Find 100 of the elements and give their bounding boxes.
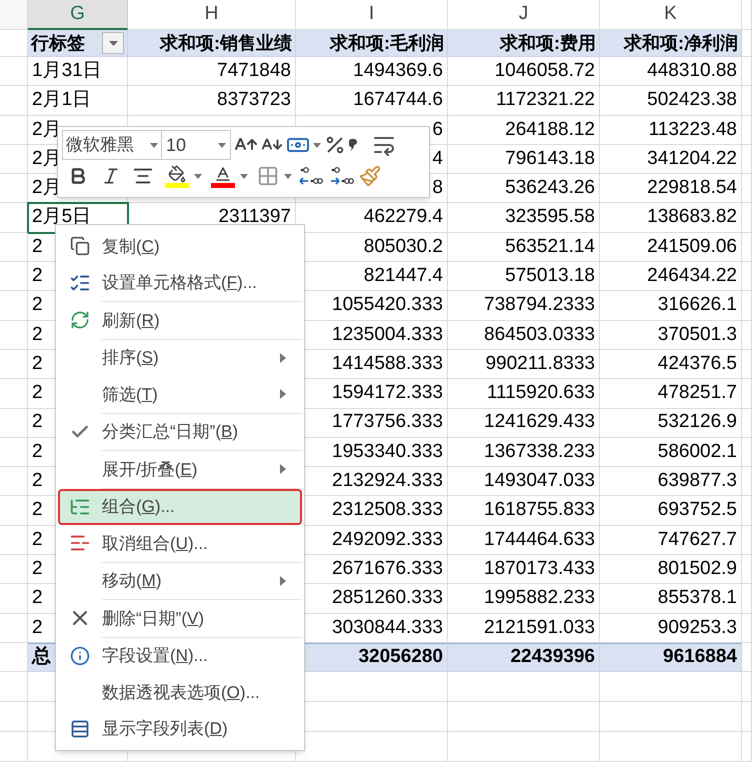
table-cell-text: 805030.2 bbox=[364, 234, 443, 259]
table-cell-text: 855378.1 bbox=[658, 586, 737, 610]
table-cell-text: 1773756.333 bbox=[332, 410, 443, 434]
table-cell-text: 536243.26 bbox=[505, 176, 595, 200]
info-icon bbox=[70, 646, 90, 666]
table-cell-text: 22439396 bbox=[510, 645, 595, 670]
table-cell-text: 8373723 bbox=[217, 88, 291, 112]
table-cell-text: 2 bbox=[32, 556, 43, 581]
table-cell-text: 478251.7 bbox=[658, 381, 737, 406]
table-cell-text: 563521.14 bbox=[505, 234, 595, 259]
comma-icon[interactable] bbox=[349, 137, 359, 153]
table-cell-text: 2 bbox=[32, 616, 43, 640]
table-cell-text: 575013.18 bbox=[505, 264, 595, 288]
column-header[interactable]: K bbox=[600, 0, 742, 30]
table-cell-text: 2 bbox=[32, 528, 43, 552]
table-cell-text: 2 bbox=[32, 381, 43, 406]
table-cell-text: 909253.3 bbox=[658, 616, 737, 640]
column-title: 求和项:净利润 bbox=[624, 32, 738, 54]
table-cell bbox=[742, 732, 752, 762]
format-painter-icon[interactable] bbox=[359, 165, 381, 187]
table-cell-text: 7471848 bbox=[217, 58, 291, 83]
table-cell-text: 2 bbox=[32, 440, 43, 464]
table-cell-text: 1594172.333 bbox=[332, 381, 443, 406]
rows-icon bbox=[70, 718, 90, 739]
table-cell-text: 1055420.333 bbox=[332, 293, 443, 318]
caret-icon[interactable] bbox=[240, 174, 248, 178]
table-cell-text: 448310.88 bbox=[647, 58, 737, 83]
table-cell-text: 990211.8333 bbox=[485, 352, 595, 376]
table-cell-text: 2 bbox=[32, 469, 43, 494]
caret-icon[interactable] bbox=[284, 174, 292, 178]
filter-dropdown-button[interactable] bbox=[102, 32, 124, 54]
menu-item[interactable]: 字段设置(N)... bbox=[58, 638, 302, 674]
caret-icon[interactable] bbox=[218, 142, 226, 148]
font-name-field[interactable]: 微软雅黑 bbox=[62, 130, 162, 160]
percent-icon[interactable] bbox=[324, 134, 346, 156]
table-cell-text: 693752.5 bbox=[658, 498, 737, 522]
column-title: 求和项:毛利润 bbox=[330, 32, 444, 54]
menu-item[interactable]: 设置单元格格式(F)... bbox=[58, 264, 302, 301]
table-cell-text: 2121591.033 bbox=[484, 616, 595, 640]
table-cell-text: 796143.18 bbox=[505, 146, 595, 171]
caret-icon[interactable] bbox=[150, 142, 158, 148]
fill-color-icon[interactable] bbox=[165, 164, 189, 188]
menu-item[interactable]: 分类汇总“日期”(B) bbox=[58, 414, 302, 450]
table-cell bbox=[742, 642, 752, 672]
menu-item[interactable]: 刷新(R) bbox=[58, 302, 302, 338]
column-header[interactable]: H bbox=[128, 0, 296, 30]
table-cell-text: 1235004.333 bbox=[332, 322, 443, 347]
menu-item[interactable]: 移动(M) bbox=[58, 562, 302, 599]
menu-item[interactable]: 删除“日期”(V) bbox=[58, 600, 302, 636]
table-cell-text: 264188.12 bbox=[505, 118, 595, 142]
select-all-corner[interactable] bbox=[0, 0, 28, 30]
font-color-icon[interactable] bbox=[211, 164, 235, 188]
menu-item[interactable]: 排序(S) bbox=[58, 340, 302, 376]
column-header[interactable]: G bbox=[28, 0, 128, 30]
menu-item[interactable]: 取消组合(U)... bbox=[58, 525, 302, 562]
table-cell-text: 2492092.333 bbox=[332, 528, 443, 552]
refresh-icon bbox=[70, 310, 90, 330]
column-header[interactable]: I bbox=[296, 0, 448, 30]
table-cell-text: 1414588.333 bbox=[332, 352, 443, 376]
table-cell-text: 2 bbox=[32, 498, 43, 522]
caret-icon bbox=[108, 40, 118, 46]
table-cell-text: 1995882.233 bbox=[484, 586, 595, 610]
menu-item[interactable]: 数据透视表选项(O)... bbox=[58, 674, 302, 710]
table-cell-text: 1172321.22 bbox=[496, 88, 595, 112]
menu-item[interactable]: 筛选(T) bbox=[58, 376, 302, 412]
table-cell-text: 370501.3 bbox=[658, 322, 737, 347]
table-cell-text: 532126.9 bbox=[658, 410, 737, 434]
table-cell-text: 502423.38 bbox=[647, 88, 737, 112]
table-cell bbox=[742, 672, 752, 702]
table-cell-text: 1493047.033 bbox=[484, 469, 595, 494]
table-cell bbox=[742, 30, 752, 57]
table-cell-text: 113223.48 bbox=[648, 118, 737, 142]
column-title: 求和项:费用 bbox=[500, 32, 596, 54]
menu-item[interactable]: 组合(G)... bbox=[58, 488, 302, 525]
table-cell-text: 32056280 bbox=[358, 645, 443, 670]
table-cell bbox=[742, 702, 752, 732]
table-cell-text: 2 bbox=[32, 410, 43, 434]
table-cell-text: 2 bbox=[32, 352, 43, 376]
font-size-field[interactable]: 10 bbox=[161, 130, 231, 160]
table-cell-text: 1674744.6 bbox=[353, 88, 443, 112]
table-cell-text: 2 bbox=[32, 264, 43, 288]
table-cell-text: 4 bbox=[432, 146, 443, 171]
column-header[interactable]: J bbox=[448, 0, 600, 30]
copy-icon bbox=[70, 236, 90, 256]
caret-icon[interactable] bbox=[194, 174, 202, 178]
table-cell-text: 1618755.833 bbox=[484, 498, 595, 522]
borders-icon[interactable] bbox=[257, 165, 279, 187]
table-cell-text: 801502.9 bbox=[658, 556, 737, 581]
table-cell-text: 2132924.333 bbox=[332, 469, 443, 494]
caret-icon[interactable] bbox=[313, 142, 321, 148]
menu-item[interactable]: 显示字段列表(D) bbox=[58, 710, 302, 747]
column-header[interactable] bbox=[742, 0, 752, 30]
table-cell-text: 总 bbox=[32, 644, 51, 670]
table-cell-text: 864503.0333 bbox=[484, 322, 595, 347]
table-cell-text: 229818.54 bbox=[647, 176, 737, 200]
table-cell-text: 1046058.72 bbox=[494, 58, 595, 83]
table-cell-text: 2671676.333 bbox=[332, 556, 443, 581]
table-cell-text: 241509.06 bbox=[647, 234, 737, 259]
table-cell-text: 2311397 bbox=[218, 205, 291, 230]
menu-item[interactable]: 展开/折叠(E) bbox=[58, 451, 302, 488]
